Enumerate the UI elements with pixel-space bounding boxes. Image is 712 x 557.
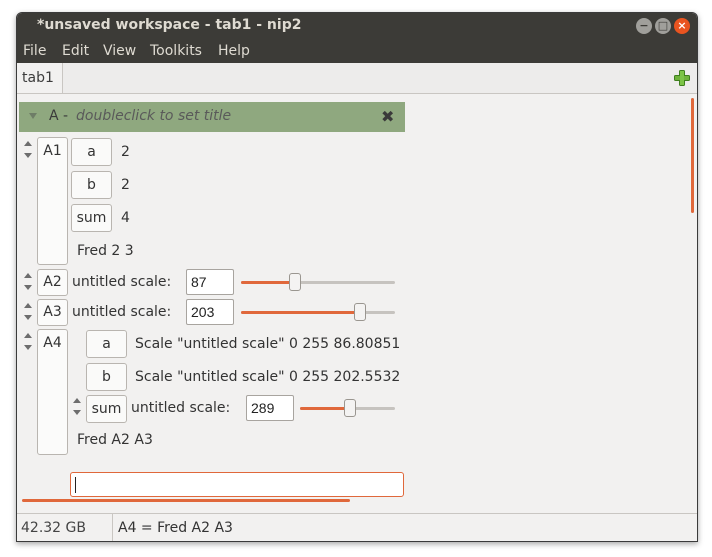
a1-a-button[interactable]: a [71,138,112,166]
row-a3-label[interactable]: A3 [37,299,68,326]
status-free-space: 42.32 GB free [17,514,113,541]
status-message: A4 = Fred A2 A3 [118,520,233,536]
minimize-button[interactable]: − [636,18,652,34]
a1-sum-value: 4 [121,210,130,226]
a3-scale-slider[interactable] [241,302,395,322]
a3-scale-label: untitled scale: [72,304,172,320]
collapse-triangle-icon[interactable] [29,113,37,119]
menu-edit[interactable]: Edit [62,43,89,59]
a2-scale-label: untitled scale: [72,274,172,290]
menu-file[interactable]: File [23,43,46,59]
plus-icon[interactable] [674,70,690,86]
horizontal-scrollbar[interactable] [22,499,350,502]
status-bar: 42.32 GB free A4 = Fred A2 A3 [17,513,697,541]
row-arrows-icon[interactable] [23,331,33,355]
a4-sum-scale-label: untitled scale: [131,400,231,416]
row-arrows-icon[interactable] [23,301,33,325]
title-bar: *unsaved workspace - tab1 - nip2 − □ × [17,13,697,39]
a4-a-text: Scale "untitled scale" 0 255 86.80851 [135,336,401,352]
a4-expression: Fred A2 A3 [77,432,153,448]
slider-knob [354,303,367,321]
window-title: *unsaved workspace - tab1 - nip2 [37,17,302,33]
a1-b-value: 2 [121,177,130,193]
a4-a-button[interactable]: a [86,330,127,358]
vertical-scrollbar[interactable] [691,98,694,213]
row-arrows-icon[interactable] [23,139,33,163]
row-arrows-icon[interactable] [72,396,82,420]
a4-sum-scale-slider[interactable] [300,398,395,418]
a1-expression: Fred 2 3 [77,243,134,259]
a1-a-value: 2 [121,144,130,160]
a4-b-text: Scale "untitled scale" 0 255 202.5532 [135,369,401,385]
a2-scale-slider[interactable] [241,272,395,292]
column-header[interactable]: A - doubleclick to set title ✖ [19,102,405,132]
slider-knob [289,273,302,291]
command-input[interactable] [70,472,404,497]
close-window-button[interactable]: × [674,18,690,34]
slider-fill [241,281,296,284]
close-icon[interactable]: ✖ [381,107,394,126]
slider-fill [300,407,351,410]
column-title-hint[interactable]: doubleclick to set title [76,108,231,124]
app-window: *unsaved workspace - tab1 - nip2 − □ × F… [16,12,698,542]
a4-sum-scale-input[interactable] [246,395,294,421]
row-a2-label[interactable]: A2 [37,269,68,296]
menu-view[interactable]: View [103,43,136,59]
text-caret [75,477,76,493]
maximize-button[interactable]: □ [655,18,671,34]
a3-scale-input[interactable] [186,299,234,325]
a1-b-button[interactable]: b [71,171,112,199]
menu-toolkits[interactable]: Toolkits [150,43,202,59]
a4-b-button[interactable]: b [86,363,127,391]
a4-sum-button[interactable]: sum [86,395,127,423]
tab-strip: tab1 [17,63,697,94]
tab-tab1[interactable]: tab1 [17,63,63,93]
slider-knob [344,399,357,417]
slider-fill [241,311,361,314]
row-a1-label[interactable]: A1 [37,137,68,265]
column-name: A - [49,108,69,124]
a1-sum-button[interactable]: sum [71,204,112,232]
menu-bar: File Edit View Toolkits Help [17,39,697,63]
a2-scale-input[interactable] [186,269,234,295]
row-arrows-icon[interactable] [23,271,33,295]
row-a4-label[interactable]: A4 [37,329,68,455]
menu-help[interactable]: Help [218,43,250,59]
